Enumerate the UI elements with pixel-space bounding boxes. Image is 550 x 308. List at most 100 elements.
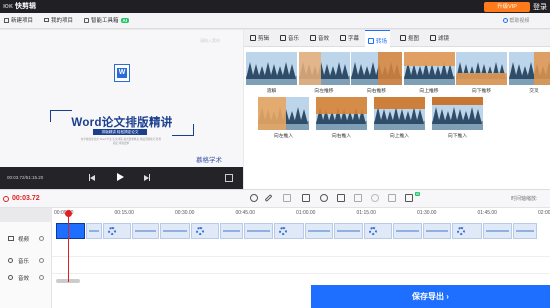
title-bar: ЮК 快剪辑 升级VIP 登录	[0, 0, 550, 13]
track-video: 视频	[0, 232, 52, 250]
ruler-tick-label: 02:00	[538, 210, 550, 216]
transition-label: 向右推移	[366, 89, 387, 94]
video-clip[interactable]	[423, 223, 451, 239]
sound-effect-volume-icon[interactable]	[39, 275, 44, 280]
tab-subtitles[interactable]: 字幕	[340, 34, 359, 42]
snapshot-icon[interactable]	[388, 194, 396, 202]
tab-filters[interactable]: 滤镜	[430, 34, 449, 42]
smart-tools-button[interactable]: 智能工具箱 AI	[84, 16, 130, 24]
transition-thumb[interactable]	[298, 52, 350, 85]
track-sound-effects: 音效	[0, 271, 52, 289]
edit-icon	[250, 35, 256, 41]
redo-icon[interactable]	[371, 194, 379, 202]
current-time: 00:03.72	[12, 195, 40, 202]
scissors-icon[interactable]	[283, 194, 291, 202]
track-music: 音乐	[0, 254, 52, 272]
sound-effect-track-icon	[8, 275, 13, 280]
video-clip[interactable]	[483, 223, 512, 239]
slide-subtitle: 排版精讲 轻松搞定论文	[93, 129, 147, 135]
video-clip[interactable]	[244, 223, 273, 239]
ai-badge: AI	[120, 17, 130, 23]
video-clip[interactable]	[305, 223, 333, 239]
playhead[interactable]	[68, 212, 69, 282]
preview-watermark: 请拖入素材	[200, 38, 220, 43]
main-toolbar: 新建项目 我的项目 智能工具箱 AI 帮助视频	[0, 13, 550, 29]
transition-label: 向下推入	[447, 134, 468, 139]
ruler-tick-label: 01:00.00	[296, 210, 316, 216]
ruler-tick-label: 00:30.00	[175, 210, 195, 216]
filter-icon	[430, 35, 436, 41]
video-clip[interactable]	[86, 223, 102, 239]
ruler-tick-label: 01:30.00	[417, 210, 437, 216]
my-projects-button[interactable]: 我的项目	[44, 16, 73, 24]
crop-icon[interactable]	[320, 194, 328, 202]
ruler-tick-label: 00:15.00	[114, 210, 134, 216]
transition-thumb[interactable]	[508, 52, 550, 85]
transition-thumb[interactable]	[258, 97, 309, 130]
transition-thumb[interactable]	[246, 52, 297, 85]
toolbox-icon	[84, 17, 89, 23]
transition-label: 交叉	[529, 89, 539, 94]
login-button[interactable]: 登录	[533, 2, 547, 12]
help-video-link[interactable]: 帮助视频	[503, 17, 529, 24]
transitions-grid: 溶解 向左推移 向右推移 向上推移 向下推移 交叉 向左推入 向右推入 向上推入 向下推入	[244, 47, 550, 189]
tab-sound-effects[interactable]: 音效	[310, 34, 329, 42]
video-clip[interactable]	[393, 223, 422, 239]
transition-label: 向左推移	[314, 89, 334, 94]
zoom-label: 时间轴缩放:	[511, 196, 538, 202]
brand-label: 慕格学术	[196, 157, 222, 164]
save-export-button[interactable]: 保存导出 ›	[311, 285, 550, 308]
tab-transitions[interactable]: 转场	[365, 30, 391, 47]
feature-tabs: 剪辑 音乐 音效 字幕 转场 抠图 滤镜	[244, 30, 550, 47]
transition-thumb[interactable]	[432, 97, 483, 130]
preview-canvas[interactable]: 请拖入素材 W Word论文排版精讲 排版精讲 轻松搞定论文 在学校提交论文 W…	[0, 30, 243, 167]
transition-label: 向左推入	[273, 134, 294, 139]
undo-icon[interactable]	[354, 194, 362, 202]
video-clip[interactable]	[103, 223, 131, 239]
video-clip[interactable]	[334, 223, 363, 239]
video-clip[interactable]	[274, 223, 304, 239]
video-clip[interactable]	[56, 223, 85, 239]
ruler-tick-label: 00:45.00	[235, 210, 255, 216]
transition-thumb[interactable]	[374, 97, 425, 130]
slide-title: Word论文排版精讲	[71, 117, 173, 129]
upgrade-vip-button[interactable]: 升级VIP	[484, 2, 530, 12]
speed-icon[interactable]	[250, 194, 258, 202]
music-icon	[280, 35, 286, 41]
playhead-handle[interactable]	[65, 210, 72, 217]
transition-label: 向右推入	[331, 134, 352, 139]
track-divider	[52, 256, 550, 257]
ruler-tick-label: 01:15.00	[356, 210, 376, 216]
video-volume-icon[interactable]	[39, 236, 44, 241]
music-volume-icon[interactable]	[39, 258, 44, 263]
next-frame-icon[interactable]	[144, 174, 150, 181]
preview-panel: 请拖入素材 W Word论文排版精讲 排版精讲 轻松搞定论文 在学校提交论文 W…	[0, 30, 243, 189]
previous-frame-icon[interactable]	[89, 174, 95, 181]
pencil-icon[interactable]	[264, 194, 273, 202]
video-clip[interactable]	[364, 223, 392, 239]
video-clip[interactable]	[191, 223, 219, 239]
video-clip[interactable]	[220, 223, 243, 239]
video-clip[interactable]	[513, 223, 537, 239]
transition-thumb[interactable]	[351, 52, 402, 85]
video-clip[interactable]	[160, 223, 190, 239]
text-ai-icon[interactable]	[405, 194, 413, 202]
tab-edit[interactable]: 剪辑	[250, 34, 269, 42]
video-clip[interactable]	[132, 223, 159, 239]
tab-music[interactable]: 音乐	[280, 34, 299, 42]
word-doc-icon: W	[114, 64, 130, 82]
transition-thumb[interactable]	[403, 52, 455, 85]
delete-icon[interactable]	[302, 194, 310, 202]
new-project-button[interactable]: 新建项目	[4, 16, 33, 24]
playback-controls: 00:03.72/51:15.20	[0, 167, 243, 189]
copy-icon[interactable]	[337, 194, 345, 202]
transition-label: 向上推移	[419, 89, 439, 94]
transition-thumb[interactable]	[456, 52, 507, 85]
cutout-icon	[400, 35, 406, 41]
fullscreen-icon[interactable]	[225, 174, 233, 182]
video-clip[interactable]	[452, 223, 482, 239]
transition-thumb[interactable]	[316, 97, 367, 130]
timeline-ruler[interactable]: 00:00.00 00:15.00 00:30.00 00:45.00 01:00.00…	[52, 208, 550, 222]
tab-cutout[interactable]: 抠图	[400, 34, 419, 42]
play-icon[interactable]	[117, 173, 124, 181]
